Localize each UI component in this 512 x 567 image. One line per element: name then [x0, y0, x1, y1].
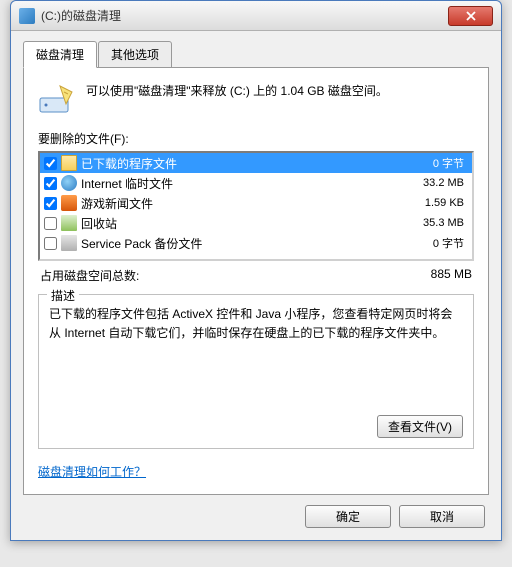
disk-cleanup-icon — [38, 82, 74, 118]
game-icon — [61, 195, 77, 211]
sp-icon — [61, 235, 77, 251]
file-checkbox[interactable] — [44, 197, 57, 210]
ie-icon — [61, 175, 77, 191]
file-checkbox[interactable] — [44, 157, 57, 170]
file-row[interactable]: 已下载的程序文件0 字节 — [40, 153, 472, 173]
window-title: (C:)的磁盘清理 — [41, 7, 448, 24]
description-group: 描述 已下载的程序文件包括 ActiveX 控件和 Java 小程序，您查看特定… — [38, 294, 474, 449]
file-size: 0 字节 — [433, 235, 468, 251]
total-label: 占用磁盘空间总数: — [40, 267, 139, 284]
file-row[interactable]: 游戏新闻文件 1.59 KB — [40, 193, 472, 213]
intro-text: 可以使用"磁盘清理"来释放 (C:) 上的 1.04 GB 磁盘空间。 — [86, 82, 388, 118]
file-size: 0 字节 — [433, 155, 468, 171]
total-value: 885 MB — [431, 267, 472, 284]
cancel-button[interactable]: 取消 — [399, 505, 485, 528]
file-size: 33.2 MB — [423, 177, 468, 189]
tab-other-options[interactable]: 其他选项 — [98, 41, 172, 68]
file-size: 1.59 KB — [425, 197, 468, 209]
how-it-works-link[interactable]: 磁盘清理如何工作？ — [38, 463, 146, 480]
content-area: 磁盘清理 其他选项 可以使用"磁盘清理"来释放 (C:) 上的 1.04 GB … — [11, 31, 501, 540]
file-name: 游戏新闻文件 — [81, 195, 421, 212]
cleanup-panel: 可以使用"磁盘清理"来释放 (C:) 上的 1.04 GB 磁盘空间。 要删除的… — [23, 67, 489, 495]
tab-strip: 磁盘清理 其他选项 — [23, 41, 489, 68]
tab-cleanup[interactable]: 磁盘清理 — [23, 41, 97, 68]
file-list[interactable]: 已下载的程序文件0 字节Internet 临时文件33.2 MB游戏新闻文件1.… — [38, 151, 474, 261]
file-checkbox[interactable] — [44, 177, 57, 190]
view-files-button[interactable]: 查看文件(V) — [377, 415, 463, 438]
files-label: 要删除的文件(F): — [38, 130, 474, 147]
dialog-buttons: 确定 取消 — [23, 495, 489, 528]
description-text: 已下载的程序文件包括 ActiveX 控件和 Java 小程序，您查看特定网页时… — [49, 305, 463, 395]
file-name: Internet 临时文件 — [81, 175, 419, 192]
file-checkbox[interactable] — [44, 237, 57, 250]
close-button[interactable] — [448, 6, 493, 26]
ok-button[interactable]: 确定 — [305, 505, 391, 528]
close-icon — [466, 11, 476, 21]
file-row[interactable]: Internet 临时文件 33.2 MB — [40, 173, 472, 193]
titlebar[interactable]: (C:)的磁盘清理 — [11, 1, 501, 31]
file-size: 35.3 MB — [423, 217, 468, 229]
file-name: Service Pack 备份文件 — [81, 235, 429, 252]
folder-icon — [61, 155, 77, 171]
file-row[interactable]: 回收站 35.3 MB — [40, 213, 472, 233]
disk-cleanup-window: (C:)的磁盘清理 磁盘清理 其他选项 可以使用"磁盘清理"来释放 (C:) — [10, 0, 502, 541]
total-row: 占用磁盘空间总数: 885 MB — [38, 261, 474, 292]
file-checkbox[interactable] — [44, 217, 57, 230]
description-title: 描述 — [47, 287, 79, 304]
file-name: 回收站 — [81, 215, 419, 232]
intro-row: 可以使用"磁盘清理"来释放 (C:) 上的 1.04 GB 磁盘空间。 — [38, 82, 474, 118]
app-icon — [19, 8, 35, 24]
file-name: 已下载的程序文件 — [81, 155, 429, 172]
file-row[interactable]: Service Pack 备份文件0 字节 — [40, 233, 472, 253]
recycle-icon — [61, 215, 77, 231]
